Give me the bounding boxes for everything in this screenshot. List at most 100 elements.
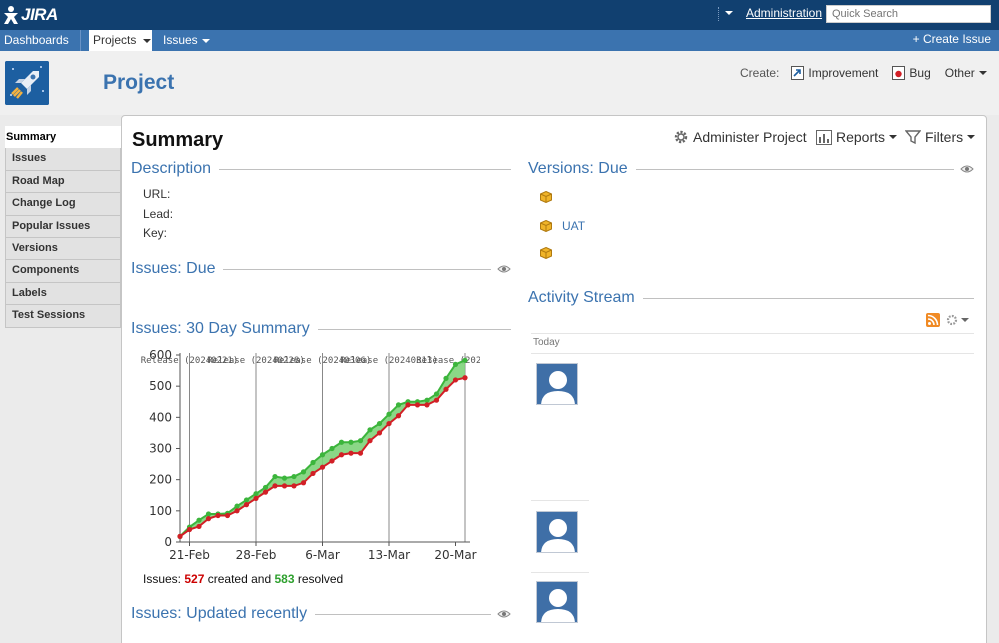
user-avatar[interactable]	[536, 511, 578, 553]
section-divider	[317, 328, 511, 330]
administration-link[interactable]: Administration	[746, 6, 822, 20]
create-label: Create:	[740, 66, 780, 80]
created-data-point	[348, 450, 354, 456]
filters-label: Filters	[925, 129, 964, 145]
bug-icon	[892, 66, 906, 80]
rss-feed-icon[interactable]	[926, 313, 940, 327]
resolved-data-point	[386, 411, 392, 417]
created-count[interactable]: 527	[184, 572, 204, 586]
resolved-text: resolved	[297, 572, 344, 586]
user-menu-dropdown[interactable]	[718, 7, 736, 21]
chevron-down-icon	[978, 71, 987, 75]
activity-settings-dropdown[interactable]	[946, 313, 969, 327]
create-bug-button[interactable]: Bug	[892, 66, 931, 80]
tab-road-map[interactable]: Road Map	[5, 170, 121, 194]
eye-icon[interactable]	[497, 264, 511, 274]
versions-due-heading: Versions: Due	[528, 160, 628, 177]
tab-issues[interactable]: Issues	[5, 148, 121, 171]
gear-icon	[674, 130, 688, 144]
thirty-day-summary-header: Issues: 30 Day Summary	[131, 318, 511, 340]
chevron-down-icon	[725, 11, 733, 15]
reports-label: Reports	[836, 129, 886, 145]
created-data-point	[243, 502, 250, 508]
created-data-point	[186, 526, 193, 533]
resolved-data-point	[376, 420, 383, 427]
y-tick-label: 0	[164, 535, 172, 549]
x-tick-label: 13-Mar	[368, 548, 410, 562]
user-avatar-icon	[537, 364, 577, 404]
eye-icon[interactable]	[497, 609, 511, 619]
activity-stream-heading: Activity Stream	[528, 289, 635, 306]
resolved-data-point	[319, 452, 326, 458]
resolved-data-point	[262, 484, 269, 491]
activity-divider	[531, 500, 589, 501]
x-tick-label: 20-Mar	[434, 548, 476, 562]
package-icon	[540, 247, 552, 259]
activity-divider	[531, 353, 974, 354]
nav-projects-label: Projects	[93, 33, 137, 47]
top-bar: JIRA Administration	[0, 0, 999, 30]
chevron-down-icon	[889, 135, 898, 139]
version-item[interactable]	[540, 191, 562, 203]
version-item[interactable]	[540, 247, 562, 259]
create-issue-button[interactable]: + Create Issue	[913, 32, 991, 46]
gear-icon	[946, 314, 958, 326]
description-section-header: Description	[131, 158, 511, 180]
resolved-data-point	[205, 511, 212, 517]
filters-dropdown[interactable]: Filters	[905, 127, 976, 147]
today-label: Today	[533, 337, 560, 348]
resolved-data-point	[357, 438, 364, 444]
y-tick-label: 200	[149, 473, 172, 487]
section-divider	[642, 297, 974, 299]
tab-popular-issues[interactable]: Popular Issues	[5, 215, 121, 238]
administer-project-label: Administer Project	[693, 129, 807, 145]
created-data-point	[196, 523, 202, 530]
jira-logo[interactable]: JIRA	[2, 4, 58, 26]
resolved-data-point	[348, 439, 354, 445]
nav-projects[interactable]: Projects	[89, 30, 152, 51]
activity-divider	[531, 333, 974, 334]
release-marker-label: Release (20240321)	[416, 356, 480, 366]
project-avatar[interactable]	[5, 61, 49, 105]
created-data-point	[405, 402, 411, 408]
tab-components[interactable]: Components	[5, 260, 121, 283]
resolved-data-point	[253, 491, 259, 497]
create-other-label: Other	[944, 66, 975, 80]
quick-search-input[interactable]	[826, 5, 991, 23]
nav-dashboards[interactable]: Dashboards	[0, 30, 81, 63]
issues-due-section-header: Issues: Due	[131, 258, 511, 280]
tab-versions[interactable]: Versions	[5, 237, 121, 261]
resolved-data-point	[196, 517, 202, 523]
created-data-point	[386, 420, 392, 427]
tab-summary[interactable]: Summary	[5, 126, 121, 149]
section-divider	[223, 268, 491, 270]
reports-dropdown[interactable]: Reports	[816, 127, 898, 147]
resolved-data-point	[291, 473, 297, 480]
tab-test-sessions[interactable]: Test Sessions	[5, 305, 121, 328]
resolved-data-point	[234, 503, 240, 509]
thirty-day-summary-heading: Issues: 30 Day Summary	[131, 320, 310, 337]
package-icon	[540, 191, 552, 203]
user-avatar[interactable]	[536, 581, 578, 623]
create-improvement-button[interactable]: Improvement	[791, 66, 878, 80]
updated-recently-heading: Issues: Updated recently	[131, 605, 308, 622]
resolved-count[interactable]: 583	[274, 572, 294, 586]
nav-issues[interactable]: Issues	[159, 30, 214, 51]
eye-icon[interactable]	[960, 164, 974, 174]
create-other-dropdown[interactable]: Other	[945, 66, 987, 80]
administer-project-button[interactable]: Administer Project	[673, 127, 807, 147]
created-data-point	[300, 480, 307, 486]
version-item-uat[interactable]: UAT	[540, 219, 585, 233]
tab-labels[interactable]: Labels	[5, 282, 121, 306]
created-data-point	[338, 452, 345, 458]
reports-icon	[816, 129, 832, 145]
user-avatar[interactable]	[536, 363, 578, 405]
jira-logo-text: JIRA	[21, 5, 58, 24]
created-data-point	[272, 483, 278, 489]
tab-change-log[interactable]: Change Log	[5, 193, 121, 216]
rocket-icon	[5, 61, 49, 105]
filter-icon	[905, 130, 921, 145]
issues-count-summary: Issues: 527 created and 583 resolved	[143, 572, 343, 586]
jira-logo-icon	[4, 6, 18, 24]
project-tabs: Summary Issues Road Map Change Log Popul…	[5, 126, 121, 328]
